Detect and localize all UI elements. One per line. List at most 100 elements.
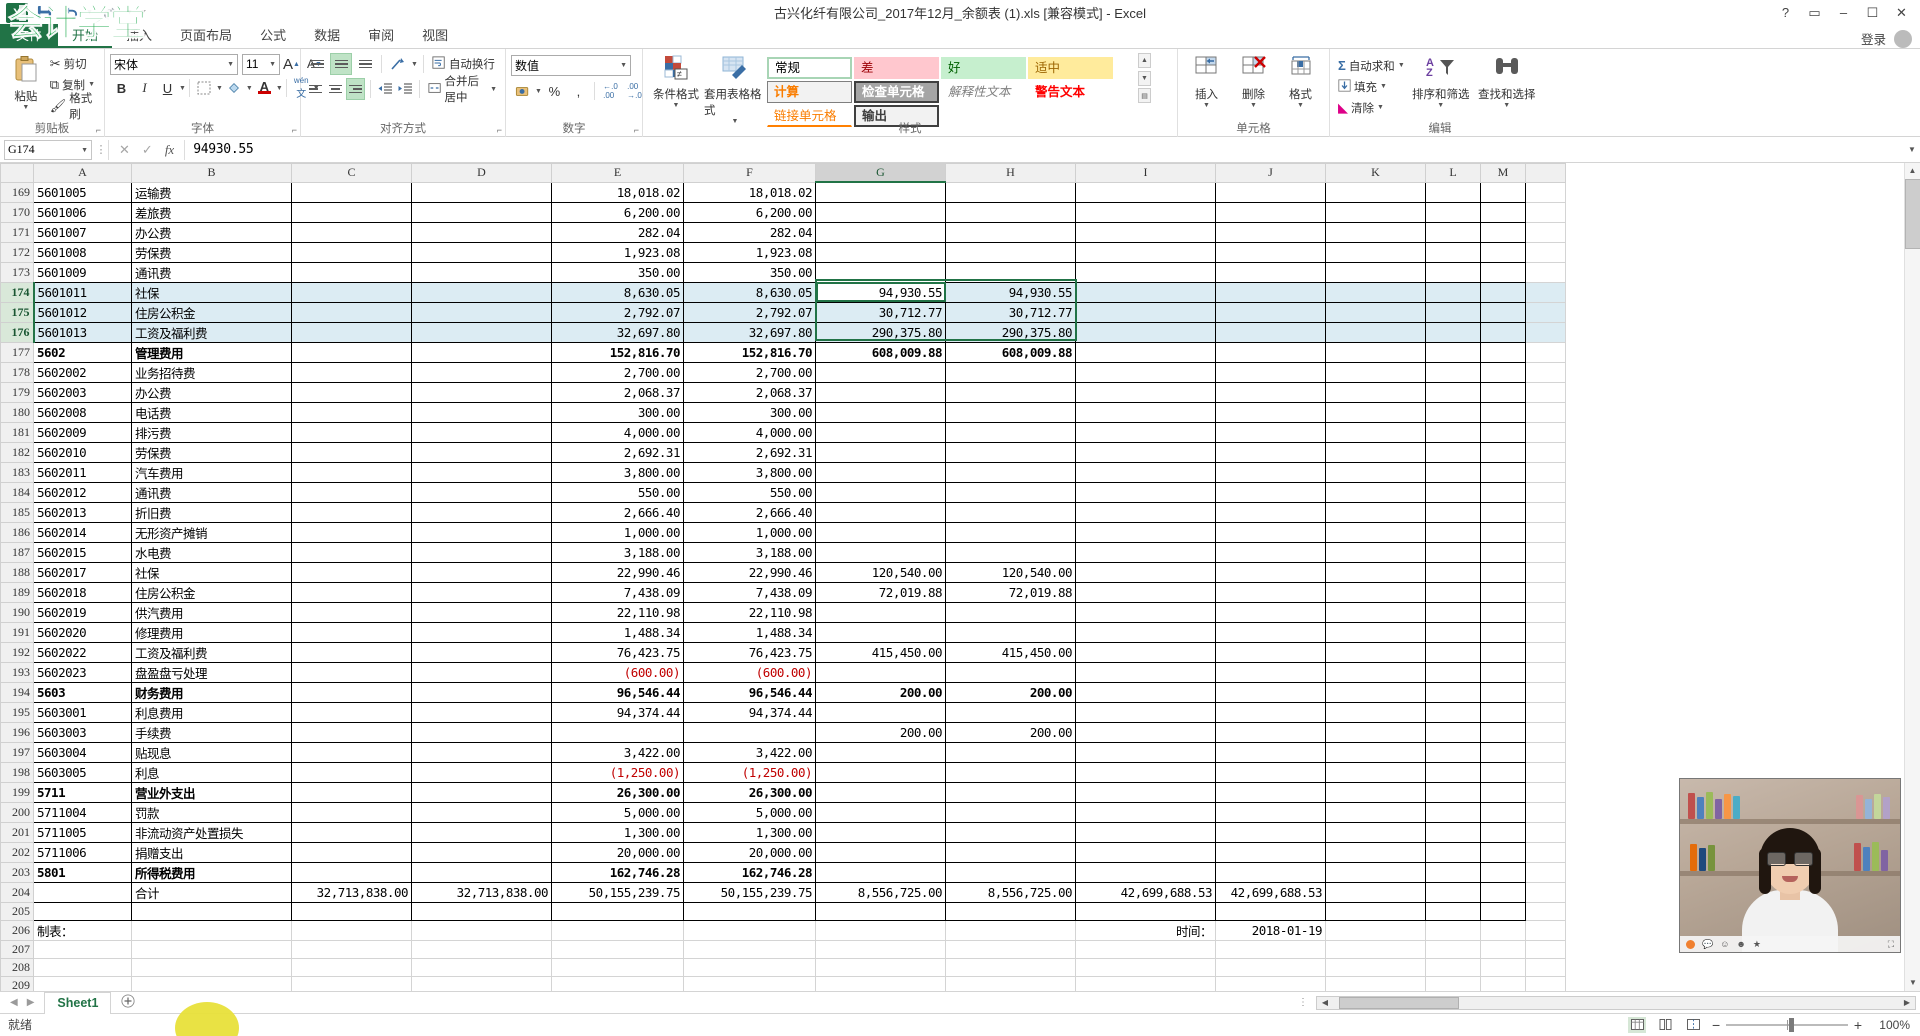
cell-K183[interactable] <box>1325 461 1426 483</box>
cell-L198[interactable] <box>1425 761 1481 783</box>
cell-E205[interactable] <box>551 901 684 921</box>
table-row[interactable]: 193 5602023 盘盈盘亏处理 (600.00) (600.00) <box>0 661 1566 683</box>
cell-F198[interactable]: (1,250.00) <box>683 761 816 783</box>
table-row[interactable]: 208 <box>0 957 1566 977</box>
cell-A199[interactable]: 5711 <box>33 781 132 803</box>
cell-K188[interactable] <box>1325 561 1426 583</box>
cell-I170[interactable] <box>1075 201 1216 223</box>
cell-A182[interactable]: 5602010 <box>33 441 132 463</box>
cell-D187[interactable] <box>411 541 552 563</box>
cell-C207[interactable] <box>291 939 412 959</box>
cell-I179[interactable] <box>1075 381 1216 403</box>
cell-L171[interactable] <box>1425 221 1481 243</box>
cell-L199[interactable] <box>1425 781 1481 803</box>
cell-I175[interactable] <box>1075 301 1216 323</box>
cell-J207[interactable] <box>1215 939 1326 959</box>
cell-K194[interactable] <box>1325 681 1426 703</box>
cell-I177[interactable] <box>1075 341 1216 363</box>
cell-D190[interactable] <box>411 601 552 623</box>
cell-I173[interactable] <box>1075 261 1216 283</box>
cell-L182[interactable] <box>1425 441 1481 463</box>
row-header-194[interactable]: 194 <box>0 681 34 703</box>
row-header-186[interactable]: 186 <box>0 521 34 543</box>
cell-I180[interactable] <box>1075 401 1216 423</box>
fill-dropdown-icon[interactable]: ▼ <box>1380 83 1387 90</box>
cell-F192[interactable]: 76,423.75 <box>683 641 816 663</box>
cell-B175[interactable]: 住房公积金 <box>131 301 292 323</box>
cell-D189[interactable] <box>411 581 552 603</box>
cell-M185[interactable] <box>1480 501 1526 523</box>
cell-B179[interactable]: 办公费 <box>131 381 292 403</box>
cell-K190[interactable] <box>1325 601 1426 623</box>
cell-A171[interactable]: 5601007 <box>33 221 132 243</box>
cell-G184[interactable] <box>815 481 946 503</box>
cell-M208[interactable] <box>1480 957 1526 977</box>
table-row[interactable]: 173 5601009 通讯费 350.00 350.00 <box>0 261 1566 283</box>
comma-style-button[interactable]: , <box>567 80 590 102</box>
cell-F171[interactable]: 282.04 <box>683 221 816 243</box>
cell-B182[interactable]: 劳保费 <box>131 441 292 463</box>
cell-F193[interactable]: (600.00) <box>683 661 816 683</box>
vertical-scroll-thumb[interactable] <box>1905 179 1920 249</box>
cell-I169[interactable] <box>1075 181 1216 203</box>
align-center-button[interactable] <box>326 78 344 100</box>
table-row[interactable]: 199 5711 营业外支出 26,300.00 26,300.00 <box>0 781 1566 803</box>
cell-B176[interactable]: 工资及福利费 <box>131 321 292 343</box>
cell-M186[interactable] <box>1480 521 1526 543</box>
cell-A204[interactable] <box>33 881 132 903</box>
cell-G188[interactable]: 120,540.00 <box>815 561 946 583</box>
zoom-level-label[interactable]: 100% <box>1872 1018 1910 1032</box>
cell-D169[interactable] <box>411 181 552 203</box>
cell-F208[interactable] <box>683 957 816 977</box>
tab-data[interactable]: 数据 <box>300 24 354 48</box>
cell-F184[interactable]: 550.00 <box>683 481 816 503</box>
cell-L209[interactable] <box>1425 975 1481 991</box>
cell-H198[interactable] <box>945 761 1076 783</box>
cell-K207[interactable] <box>1325 939 1426 959</box>
cell-A172[interactable]: 5601008 <box>33 241 132 263</box>
cell-B208[interactable] <box>131 957 292 977</box>
zoom-out-button[interactable]: − <box>1712 1017 1720 1033</box>
table-row[interactable]: 186 5602014 无形资产摊销 1,000.00 1,000.00 <box>0 521 1566 543</box>
cell-D205[interactable] <box>411 901 552 921</box>
cell-K206[interactable] <box>1325 919 1426 941</box>
cell-E170[interactable]: 6,200.00 <box>551 201 684 223</box>
cell-F187[interactable]: 3,188.00 <box>683 541 816 563</box>
table-row[interactable]: 191 5602020 修理费用 1,488.34 1,488.34 <box>0 621 1566 643</box>
cell-G200[interactable] <box>815 801 946 823</box>
format-dropdown-icon[interactable]: ▼ <box>1297 102 1304 109</box>
cell-J172[interactable] <box>1215 241 1326 263</box>
cell-C179[interactable] <box>291 381 412 403</box>
cell-E178[interactable]: 2,700.00 <box>551 361 684 383</box>
cell-A202[interactable]: 5711006 <box>33 841 132 863</box>
cell-A170[interactable]: 5601006 <box>33 201 132 223</box>
cell-A208[interactable] <box>33 957 132 977</box>
cell-A175[interactable]: 5601012 <box>33 301 132 323</box>
cell-J169[interactable] <box>1215 181 1326 203</box>
row-header-204[interactable]: 204 <box>0 881 34 903</box>
cell-E186[interactable]: 1,000.00 <box>551 521 684 543</box>
cell-E180[interactable]: 300.00 <box>551 401 684 423</box>
cell-J179[interactable] <box>1215 381 1326 403</box>
cell-D203[interactable] <box>411 861 552 883</box>
cell-D183[interactable] <box>411 461 552 483</box>
cell-B207[interactable] <box>131 939 292 959</box>
table-row[interactable]: 169 5601005 运输费 18,018.02 18,018.02 <box>0 181 1566 203</box>
cell-E185[interactable]: 2,666.40 <box>551 501 684 523</box>
cell-K199[interactable] <box>1325 781 1426 803</box>
row-header-185[interactable]: 185 <box>0 501 34 523</box>
cell-D197[interactable] <box>411 741 552 763</box>
cell-B186[interactable]: 无形资产摊销 <box>131 521 292 543</box>
help-button[interactable]: ? <box>1771 0 1800 25</box>
format-cells-button[interactable]: 格式 ▼ <box>1277 53 1324 109</box>
cell-L175[interactable] <box>1425 301 1481 323</box>
cell-E207[interactable] <box>551 939 684 959</box>
table-row[interactable]: 194 5603 财务费用 96,546.44 96,546.44 200.00 200.0… <box>0 681 1566 703</box>
cell-D192[interactable] <box>411 641 552 663</box>
sort-filter-button[interactable]: AZ 排序和筛选 ▼ <box>1408 53 1474 109</box>
cell-I188[interactable] <box>1075 561 1216 583</box>
cell-M176[interactable] <box>1480 321 1526 343</box>
styles-more-icon[interactable]: ▤ <box>1138 88 1151 103</box>
cell-A186[interactable]: 5602014 <box>33 521 132 543</box>
cell-E190[interactable]: 22,110.98 <box>551 601 684 623</box>
